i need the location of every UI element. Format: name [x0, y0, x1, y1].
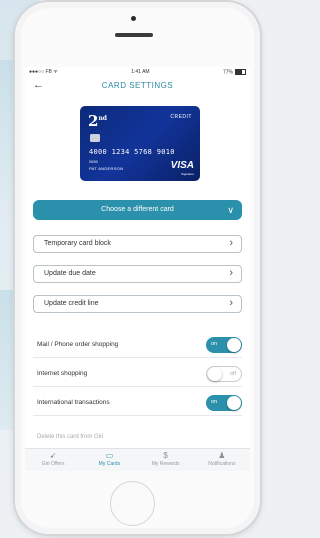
status-bar: ●●●○○ FB ᯤ 1:41 AM 77% — [25, 67, 250, 77]
option-update-credit-line[interactable]: Update credit line › — [33, 295, 242, 313]
option-label: Update due date — [44, 270, 96, 277]
home-button[interactable] — [110, 481, 155, 526]
toggle-label: Mail / Phone order shopping — [37, 341, 119, 348]
option-label: Update credit line — [44, 300, 99, 307]
tab-bar: ➹ Giri Offers ▭ My Cards $ My Rewards ♟ … — [25, 448, 250, 471]
toggle-row-mail-phone: Mail / Phone order shopping on — [33, 333, 242, 358]
toggle-state-text: on — [211, 341, 218, 347]
tab-my-rewards[interactable]: $ My Rewards — [138, 449, 194, 471]
mail-phone-toggle[interactable]: on — [206, 337, 242, 353]
toggle-row-international: International transactions on — [33, 391, 242, 416]
tab-giri-offers[interactable]: ➹ Giri Offers — [25, 449, 81, 471]
internet-shopping-toggle[interactable]: off — [206, 366, 242, 382]
front-camera — [131, 16, 136, 21]
credit-card-image: 2nd CREDIT 4000 1234 5768 9010 00/00 PAT… — [80, 106, 200, 181]
earpiece-speaker — [115, 33, 153, 37]
option-update-due-date[interactable]: Update due date › — [33, 265, 242, 283]
toggle-row-internet: Internet shopping off — [33, 362, 242, 387]
wifi-icon: ᯤ — [53, 69, 58, 75]
visa-signature-label: Signature — [181, 172, 194, 176]
card-brand-logo: 2nd — [88, 112, 107, 130]
choose-different-card-button[interactable]: Choose a different card ∨ — [33, 200, 242, 220]
toggle-knob — [208, 367, 222, 381]
card-type-label: CREDIT — [170, 114, 192, 120]
visa-logo: VISA — [170, 160, 194, 171]
offers-icon: ➹ — [49, 451, 57, 460]
chevron-right-icon: › — [229, 267, 233, 279]
toggle-label: International transactions — [37, 399, 110, 406]
notification-icon: ♟ — [218, 451, 226, 460]
nav-bar: ← CARD SETTINGS — [25, 77, 250, 95]
toggle-knob — [227, 396, 241, 410]
international-toggle[interactable]: on — [206, 395, 242, 411]
card-number: 4000 1234 5768 9010 — [89, 148, 175, 156]
battery-icon — [234, 68, 246, 75]
option-temporary-card-block[interactable]: Temporary card block › — [33, 235, 242, 253]
card-chip-icon — [90, 134, 100, 142]
toggle-state-text: on — [211, 399, 218, 405]
card-expiry: 00/00 — [89, 160, 98, 164]
card-holder: PAT ANDERSON — [89, 166, 124, 171]
choose-card-label: Choose a different card — [101, 206, 174, 213]
tab-label: Notifications — [208, 461, 236, 467]
tab-label: My Cards — [98, 461, 121, 467]
option-label: Temporary card block — [44, 240, 111, 247]
page-title: CARD SETTINGS — [101, 81, 174, 90]
battery-indicator: 77% — [223, 68, 246, 75]
status-time: 1:41 AM — [131, 69, 150, 75]
money-bag-icon: $ — [163, 451, 168, 460]
toggle-knob — [227, 338, 241, 352]
tab-notifications[interactable]: ♟ Notifications — [194, 449, 250, 471]
tab-my-cards[interactable]: ▭ My Cards — [81, 449, 137, 471]
toggle-state-text: off — [229, 371, 236, 377]
toggle-label: Internet shopping — [37, 370, 88, 377]
carrier-signal: ●●●○○ FB ᯤ — [29, 69, 58, 75]
delete-card-link[interactable]: Delete this card from Giri — [37, 434, 103, 440]
chevron-down-icon: ∨ — [227, 205, 234, 215]
chevron-right-icon: › — [229, 297, 233, 309]
chevron-right-icon: › — [229, 237, 233, 249]
tab-label: Giri Offers — [41, 461, 65, 467]
tab-label: My Rewards — [151, 461, 180, 467]
card-icon: ▭ — [105, 451, 114, 460]
app-screen: ●●●○○ FB ᯤ 1:41 AM 77% ← CARD SETTINGS 2… — [25, 67, 250, 471]
